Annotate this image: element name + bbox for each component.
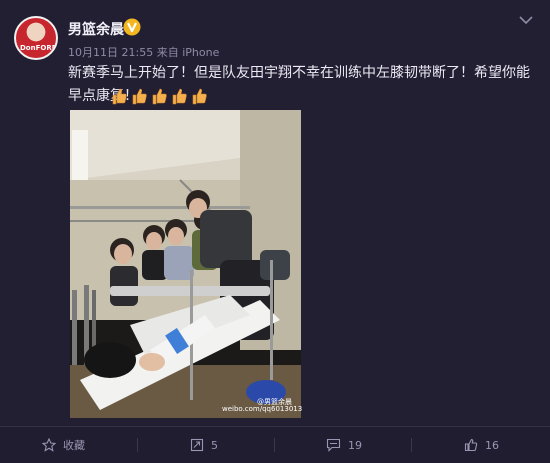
divider [411,438,412,452]
star-icon [42,438,56,452]
favorite-label: 收藏 [63,439,85,452]
thumbs-up-icon [132,88,147,105]
comment-icon [326,438,341,452]
verified-badge-icon [123,18,141,36]
repost-count: 5 [211,438,218,452]
thumbs-up-icon [464,438,478,452]
post-photo[interactable] [70,110,301,418]
action-bar: 收藏 5 19 16 [0,426,550,463]
thumbs-up-icon [192,88,207,105]
thumbs-up-icon [112,88,127,105]
weibo-post-card: DonFORD 男篮余晨 10月11日 21:55 来自 iPhone 新赛季马… [0,0,550,463]
post-source-prefix: 来自 [156,46,179,59]
post-time[interactable]: 10月11日 21:55 [68,46,153,59]
favorite-button[interactable]: 收藏 [42,427,85,463]
comment-button[interactable]: 19 [326,427,362,463]
post-meta: 10月11日 21:55 来自 iPhone [68,44,219,60]
like-count: 16 [485,438,499,452]
divider [137,438,138,452]
photo-illustration [70,110,301,418]
post-source[interactable]: iPhone [182,46,219,59]
chevron-down-icon[interactable] [518,14,534,26]
avatar[interactable]: DonFORD [14,16,58,60]
photo-watermark-url: weibo.com/qq6013013 [222,405,303,413]
thumbs-up-icon [152,88,167,105]
username[interactable]: 男篮余晨 [68,19,124,39]
thumbs-up-icon [172,88,187,105]
comment-count: 19 [348,438,362,452]
repost-button[interactable]: 5 [190,427,218,463]
thumbs-up-emoji-row [110,86,208,106]
repost-icon [190,438,204,452]
divider [274,438,275,452]
like-button[interactable]: 16 [464,427,499,463]
avatar-jersey-text: DonFORD [20,44,58,52]
